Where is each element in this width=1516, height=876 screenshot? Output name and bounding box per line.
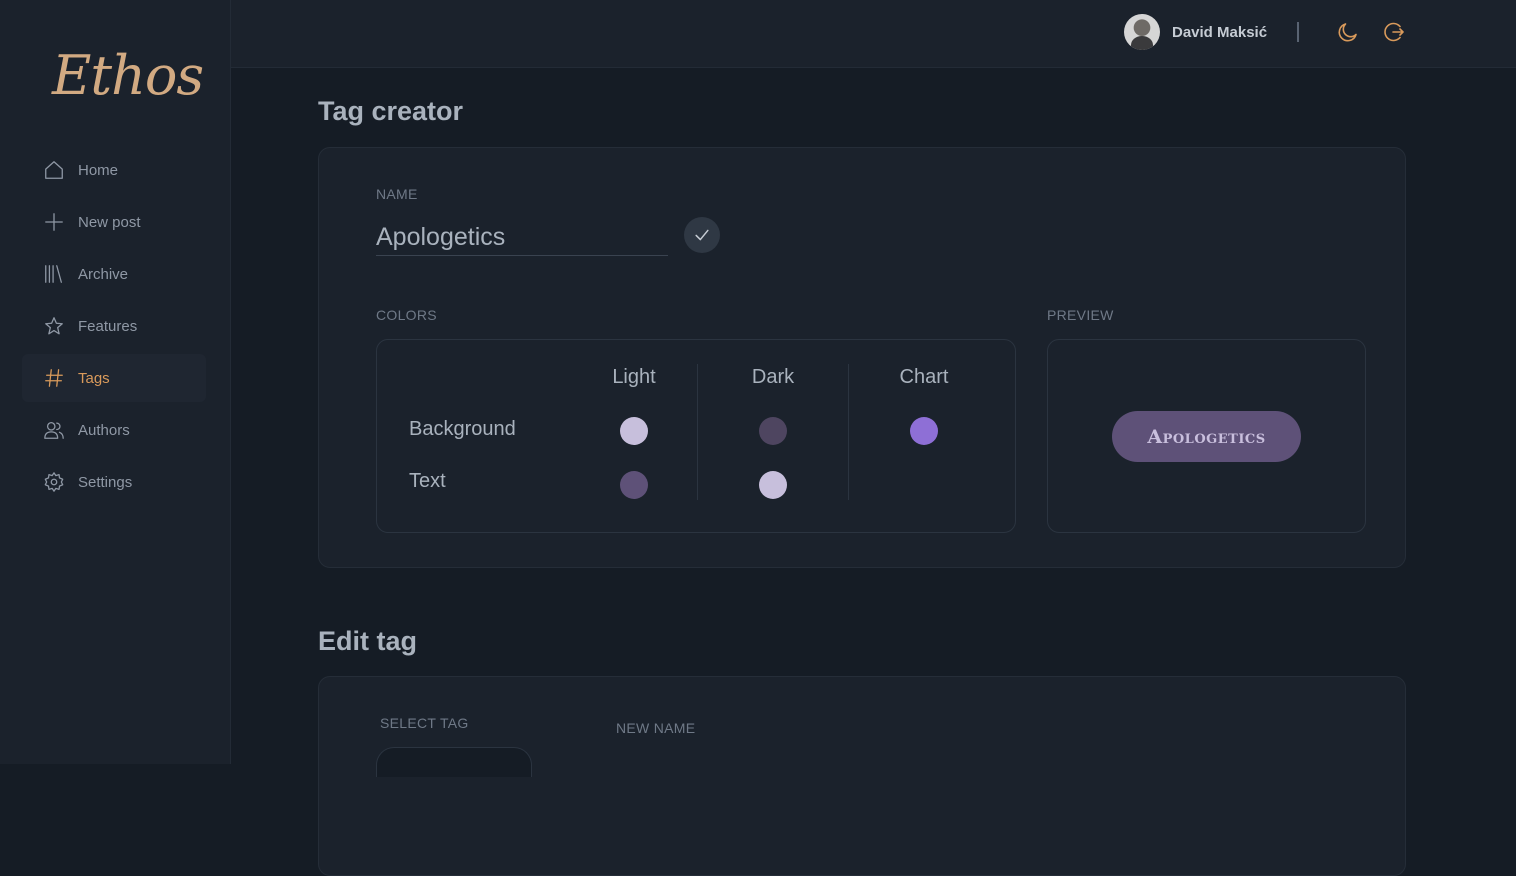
column-chart: Chart: [899, 366, 949, 388]
sidebar-item-label: Archive: [78, 265, 129, 283]
sidebar-item-features[interactable]: Features: [22, 302, 206, 350]
preview-box: Apologetics: [1047, 339, 1366, 533]
sidebar: Ethos Home New post Archive Features Tag…: [0, 0, 231, 764]
library-icon: [42, 262, 66, 286]
logout-icon[interactable]: [1382, 20, 1406, 44]
colors-label: COLORS: [376, 307, 437, 323]
sidebar-item-archive[interactable]: Archive: [22, 250, 206, 298]
sidebar-item-label: Authors: [78, 421, 130, 439]
colors-table: Light Dark Chart Background Text: [376, 339, 1016, 533]
select-tag-dropdown[interactable]: [376, 747, 532, 777]
moon-icon[interactable]: [1336, 20, 1360, 44]
plus-icon: [42, 210, 66, 234]
sidebar-item-label: New post: [78, 213, 141, 231]
swatch-text-light[interactable]: [620, 471, 648, 499]
hash-icon: [42, 366, 66, 390]
swatch-text-dark[interactable]: [759, 471, 787, 499]
user-name[interactable]: David Maksić: [1172, 24, 1267, 41]
select-tag-label: SELECT TAG: [380, 715, 469, 731]
column-dark: Dark: [751, 366, 795, 388]
tag-creator-title: Tag creator: [318, 96, 464, 126]
column-light: Light: [612, 366, 656, 388]
top-bar: David Maksić: [231, 0, 1516, 68]
preview-label: PREVIEW: [1047, 307, 1114, 323]
sidebar-item-label: Home: [78, 161, 119, 179]
sidebar-item-new-post[interactable]: New post: [22, 198, 206, 246]
confirm-name-button[interactable]: [684, 217, 720, 253]
column-divider: [697, 364, 698, 500]
swatch-background-chart[interactable]: [910, 417, 938, 445]
tag-preview-pill: Apologetics: [1112, 411, 1301, 462]
avatar[interactable]: [1124, 14, 1160, 50]
name-label: NAME: [376, 186, 418, 202]
home-icon: [42, 158, 66, 182]
new-name-label: NEW NAME: [616, 720, 696, 736]
column-divider: [848, 364, 849, 500]
logo[interactable]: Ethos: [52, 44, 204, 107]
divider: [1297, 22, 1299, 42]
tag-name-input[interactable]: [376, 220, 668, 256]
row-background: Background: [409, 418, 516, 440]
swatch-background-light[interactable]: [620, 417, 648, 445]
swatch-background-dark[interactable]: [759, 417, 787, 445]
star-icon: [42, 314, 66, 338]
sidebar-item-label: Tags: [78, 369, 110, 387]
sidebar-item-home[interactable]: Home: [22, 146, 206, 194]
users-icon: [42, 418, 66, 442]
row-text: Text: [409, 470, 446, 492]
gear-icon: [42, 470, 66, 494]
edit-tag-card: SELECT TAG NEW NAME: [318, 676, 1406, 876]
sidebar-item-label: Settings: [78, 473, 133, 491]
sidebar-item-settings[interactable]: Settings: [22, 458, 206, 506]
edit-tag-title: Edit tag: [318, 626, 417, 656]
check-icon: [695, 229, 709, 241]
tag-creator-card: NAME COLORS PREVIEW Light Dark Chart Bac…: [318, 147, 1406, 568]
sidebar-item-tags[interactable]: Tags: [22, 354, 206, 402]
sidebar-item-authors[interactable]: Authors: [22, 406, 206, 454]
sidebar-item-label: Features: [78, 317, 138, 335]
